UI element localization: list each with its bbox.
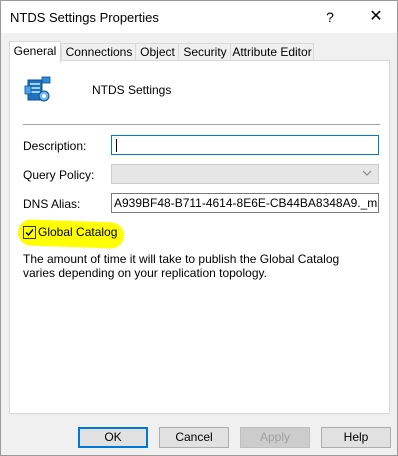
tab-security[interactable]: Security bbox=[178, 43, 232, 61]
tab-strip: General Connections Object Security Attr… bbox=[9, 41, 389, 63]
global-catalog-checkbox[interactable] bbox=[23, 226, 36, 239]
text-caret bbox=[116, 139, 117, 152]
window-title: NTDS Settings Properties bbox=[10, 10, 159, 25]
tab-general[interactable]: General bbox=[9, 41, 61, 63]
ntds-settings-icon bbox=[24, 74, 54, 104]
ok-button[interactable]: OK bbox=[78, 427, 148, 448]
help-button[interactable]: Help bbox=[321, 427, 391, 448]
chevron-down-icon bbox=[362, 168, 372, 181]
query-policy-label: Query Policy: bbox=[23, 168, 95, 182]
general-tab-panel: NTDS Settings Description: Query Policy:… bbox=[9, 60, 390, 414]
object-name: NTDS Settings bbox=[92, 83, 172, 97]
dns-alias-field[interactable]: A939BF48-B711-4614-8E6E-CB44BA8348A9._ms… bbox=[111, 193, 379, 213]
close-button[interactable]: ✕ bbox=[362, 5, 390, 29]
dns-alias-label: DNS Alias: bbox=[23, 197, 81, 211]
tab-object[interactable]: Object bbox=[135, 43, 180, 61]
separator bbox=[23, 124, 380, 125]
tab-connections[interactable]: Connections bbox=[61, 43, 137, 61]
help-title-button[interactable]: ? bbox=[318, 5, 342, 29]
global-catalog-label[interactable]: Global Catalog bbox=[38, 225, 117, 239]
description-field[interactable] bbox=[111, 135, 379, 155]
query-policy-select[interactable] bbox=[111, 164, 379, 184]
global-catalog-info: The amount of time it will take to publi… bbox=[23, 252, 340, 280]
description-label: Description: bbox=[23, 139, 87, 153]
title-bar: NTDS Settings Properties ? ✕ bbox=[1, 1, 397, 33]
properties-dialog: NTDS Settings Properties ? ✕ General Con… bbox=[0, 0, 398, 456]
cancel-button[interactable]: Cancel bbox=[159, 427, 229, 448]
tab-attribute-editor[interactable]: Attribute Editor bbox=[230, 43, 314, 61]
apply-button[interactable]: Apply bbox=[240, 427, 310, 448]
